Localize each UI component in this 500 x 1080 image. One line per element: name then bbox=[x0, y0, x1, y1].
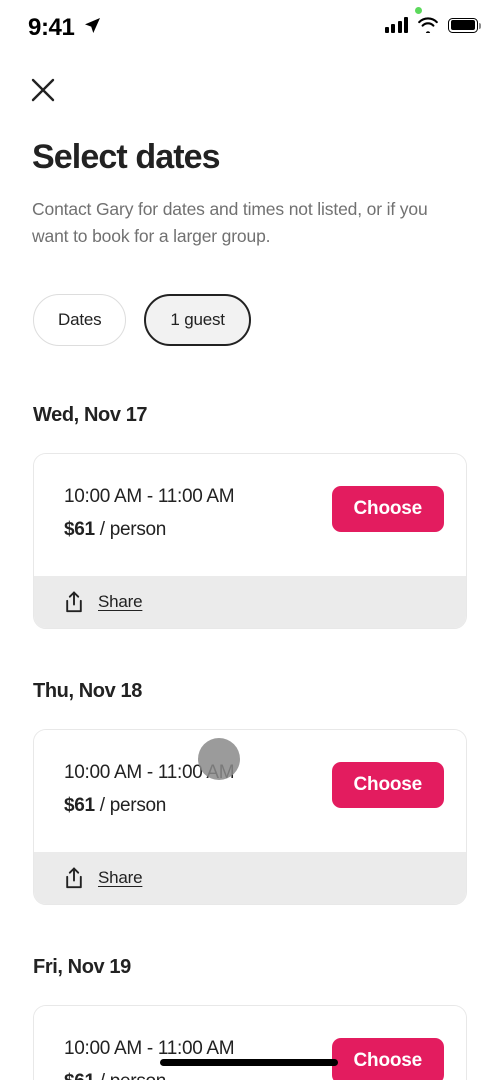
day-group: Wed, Nov 17 10:00 AM - 11:00 AM $61 / pe… bbox=[0, 404, 500, 629]
status-bar-time: 9:41 bbox=[28, 14, 75, 41]
status-bar-icons bbox=[384, 17, 482, 33]
share-label: Share bbox=[98, 592, 143, 611]
cellular-signal-icon bbox=[384, 17, 408, 33]
slot-price: $61 / person bbox=[64, 795, 234, 817]
filter-pill-row: Dates 1 guest bbox=[33, 294, 251, 346]
slot-time: 10:00 AM - 11:00 AM bbox=[64, 486, 235, 507]
close-x-icon[interactable] bbox=[29, 76, 57, 104]
location-arrow-icon bbox=[84, 17, 101, 39]
page-title: Select dates bbox=[32, 138, 221, 176]
day-group: Fri, Nov 19 10:00 AM - 11:00 AM $61 / pe… bbox=[0, 956, 500, 1080]
filter-pill-dates-label: Dates bbox=[58, 310, 102, 329]
slot-price-unit: / person bbox=[99, 795, 167, 816]
slot-info: 10:00 AM - 11:00 AM $61 / person bbox=[64, 760, 235, 817]
slot-price-amount: $61 bbox=[64, 795, 95, 816]
slot-price: $61 / person bbox=[64, 1071, 234, 1080]
choose-button[interactable]: Choose bbox=[331, 1038, 444, 1080]
battery-full-icon bbox=[448, 17, 482, 33]
slot-price-amount: $61 bbox=[64, 1071, 95, 1080]
day-date-label: Thu, Nov 18 bbox=[33, 680, 142, 702]
wifi-icon bbox=[418, 17, 438, 33]
slot-card-body: 10:00 AM - 11:00 AM $61 / person Choose bbox=[34, 1006, 466, 1080]
slot-card: 10:00 AM - 11:00 AM $61 / person Choose … bbox=[33, 1005, 467, 1080]
filter-pill-guests-label: 1 guest bbox=[170, 310, 225, 329]
day-date-label: Wed, Nov 17 bbox=[33, 404, 148, 426]
share-label: Share bbox=[98, 868, 143, 887]
slot-card: 10:00 AM - 11:00 AM $61 / person Choose … bbox=[33, 453, 467, 629]
share-upload-icon bbox=[66, 591, 82, 613]
slot-info: 10:00 AM - 11:00 AM $61 / person bbox=[64, 1036, 235, 1080]
share-row[interactable]: Share bbox=[34, 852, 466, 904]
slot-price-unit: / person bbox=[99, 519, 167, 540]
status-bar: 9:41 bbox=[0, 0, 500, 54]
day-date-label: Fri, Nov 19 bbox=[33, 956, 131, 978]
slot-time: 10:00 AM - 11:00 AM bbox=[64, 762, 235, 783]
slot-card-body: 10:00 AM - 11:00 AM $61 / person Choose bbox=[34, 730, 466, 852]
share-upload-icon bbox=[66, 867, 82, 889]
day-group: Thu, Nov 18 10:00 AM - 11:00 AM $61 / pe… bbox=[0, 680, 500, 905]
choose-button[interactable]: Choose bbox=[331, 486, 444, 532]
page-subtitle: Contact Gary for dates and times not lis… bbox=[32, 199, 428, 246]
slot-price-unit: / person bbox=[100, 1071, 167, 1080]
slot-price: $61 / person bbox=[64, 519, 234, 541]
slot-time: 10:00 AM - 11:00 AM bbox=[64, 1038, 235, 1059]
green-privacy-dot-icon bbox=[415, 7, 422, 14]
slot-price-amount: $61 bbox=[64, 519, 95, 540]
slot-card-body: 10:00 AM - 11:00 AM $61 / person Choose bbox=[34, 454, 466, 576]
slot-card: 10:00 AM - 11:00 AM $61 / person Choose … bbox=[33, 729, 467, 905]
filter-pill-dates[interactable]: Dates bbox=[33, 294, 127, 346]
choose-button[interactable]: Choose bbox=[331, 762, 444, 808]
filter-pill-guests[interactable]: 1 guest bbox=[144, 294, 251, 346]
share-row[interactable]: Share bbox=[34, 576, 466, 628]
select-dates-screen: 9:41 Select dates Contact Gary for dates… bbox=[0, 0, 500, 1080]
slot-info: 10:00 AM - 11:00 AM $61 / person bbox=[64, 484, 235, 541]
